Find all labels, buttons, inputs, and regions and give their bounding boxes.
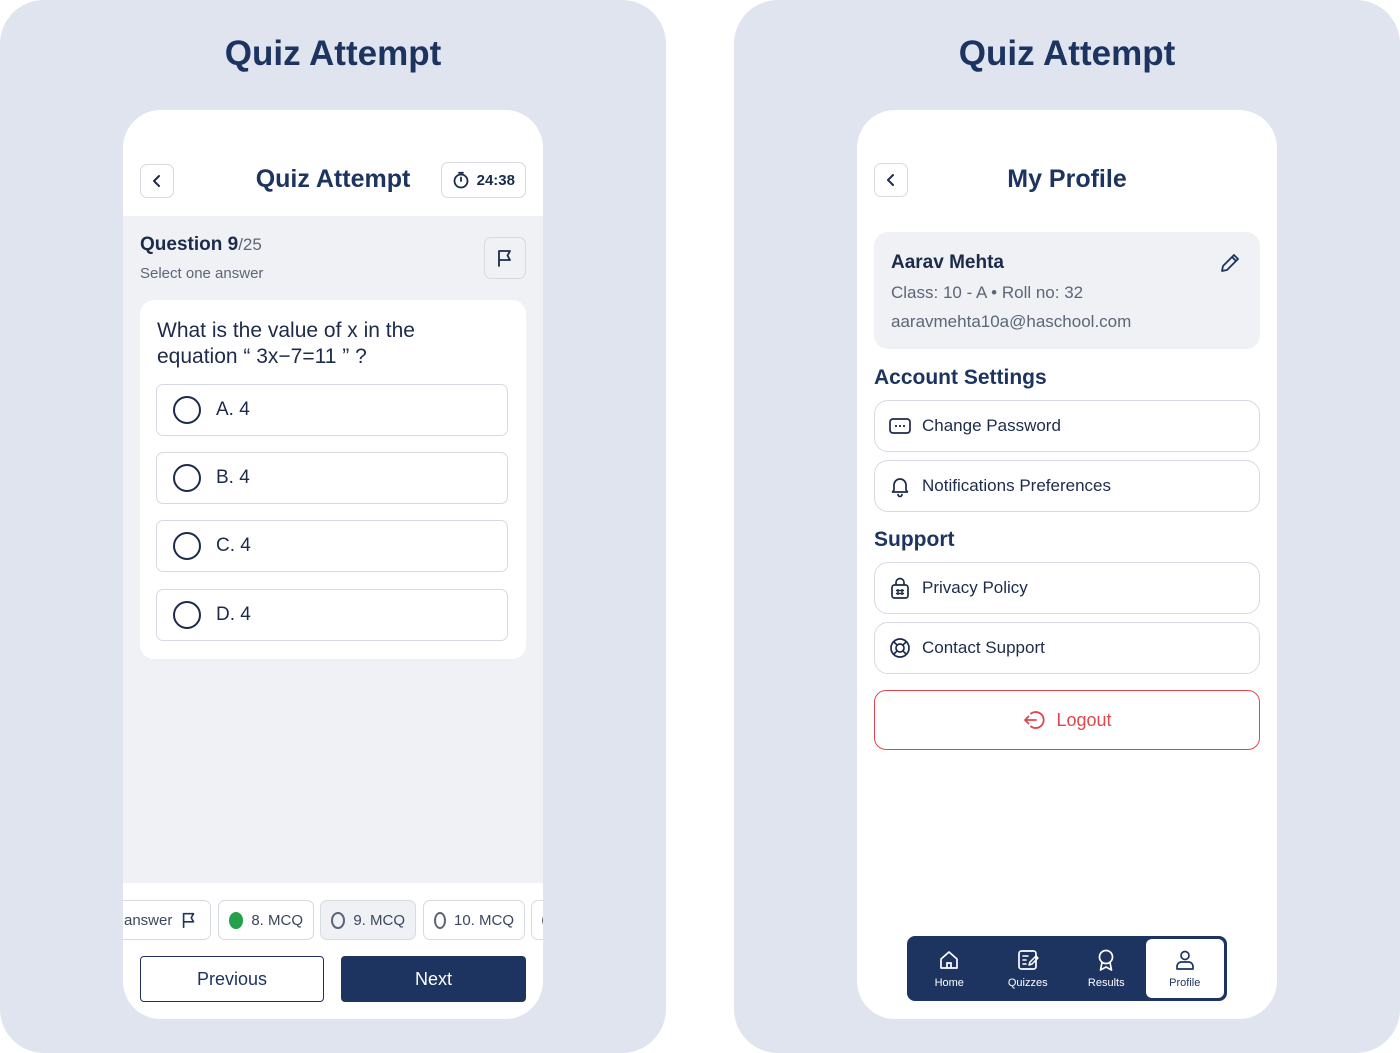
stopwatch-icon [453, 171, 469, 189]
unanswered-dot-icon [542, 911, 543, 929]
setting-label: Contact Support [922, 638, 1045, 657]
logout-icon [1024, 711, 1045, 729]
profile-name: Aarav Mehta [891, 252, 1004, 273]
nav-quizzes[interactable]: Quizzes [989, 939, 1068, 998]
unanswered-dot-icon [331, 911, 346, 929]
chip-label: 8. MCQ [251, 911, 303, 929]
unanswered-dot-icon [434, 911, 446, 929]
nav-results[interactable]: Results [1067, 939, 1146, 998]
quiz-header: Quiz Attempt 24:38 [123, 110, 543, 216]
support-heading: Support [874, 528, 955, 551]
nav-label: Quizzes [1007, 977, 1048, 989]
logout-label: Logout [1056, 709, 1112, 730]
answered-dot-icon [229, 911, 244, 929]
change-password-row[interactable]: Change Password [874, 400, 1260, 452]
nav-label: Home [934, 977, 964, 989]
account-settings-heading: Account Settings [874, 366, 1047, 389]
edit-pencil-icon[interactable] [1218, 251, 1242, 275]
previous-button[interactable]: Previous [140, 956, 324, 1002]
notifications-preferences-row[interactable]: Notifications Preferences [874, 460, 1260, 512]
home-icon [940, 951, 959, 969]
profile-phone: My Profile Aarav Mehta Class: 10 - A • R… [857, 110, 1277, 1019]
profile-showcase-panel: Quiz Attempt My Profile Aarav Mehta Clas… [734, 0, 1400, 1053]
nav-profile[interactable]: Profile [1145, 939, 1224, 998]
radio-icon [173, 396, 201, 424]
nav-chip-10[interactable]: 10. MCQ [423, 900, 525, 940]
option-b[interactable]: B. 4 [156, 452, 508, 504]
quiz-showcase-panel: Quiz Attempt Quiz Attempt 24:38 Question… [0, 0, 666, 1053]
question-navigator[interactable]: answer 8. MCQ 9. MCQ 10. MCQ [123, 900, 543, 940]
privacy-policy-row[interactable]: Privacy Policy [874, 562, 1260, 614]
option-label: C. 4 [216, 535, 251, 556]
radio-icon [173, 464, 201, 492]
lock-icon [888, 576, 912, 600]
contact-support-row[interactable]: Contact Support [874, 622, 1260, 674]
flag-icon [183, 912, 195, 929]
flag-question-button[interactable] [484, 237, 526, 279]
nav-label: Results [1087, 977, 1125, 989]
bell-icon [888, 474, 912, 498]
option-c[interactable]: C. 4 [156, 520, 508, 572]
logout-button[interactable]: Logout [874, 690, 1260, 750]
panel-title: Quiz Attempt [224, 34, 442, 73]
timer-value: 24:38 [476, 171, 515, 189]
nav-chip-8[interactable]: 8. MCQ [218, 900, 314, 940]
panel-title: Quiz Attempt [958, 34, 1176, 73]
chip-label: answer [124, 911, 173, 929]
option-label: D. 4 [216, 604, 251, 625]
question-number: Question 9/25 [140, 234, 262, 256]
setting-label: Change Password [922, 416, 1061, 435]
setting-label: Privacy Policy [922, 578, 1028, 597]
chip-label: 10. MCQ [453, 911, 514, 929]
profile-icon [1175, 950, 1194, 970]
lifebuoy-icon [888, 636, 912, 660]
profile-email: aaravmehta10a@haschool.com [891, 312, 1132, 331]
results-icon [1098, 949, 1114, 971]
radio-icon [173, 532, 201, 560]
profile-card: Aarav Mehta Class: 10 - A • Roll no: 32 … [874, 232, 1260, 349]
question-label: Question 9 [140, 234, 239, 255]
bottom-navigation: Home Quizzes Results Profile [907, 936, 1227, 1001]
nav-chip-9[interactable]: 9. MCQ [320, 900, 416, 940]
nav-chip-11[interactable] [531, 900, 543, 940]
option-d[interactable]: D. 4 [156, 589, 508, 641]
nav-home[interactable]: Home [910, 939, 989, 998]
option-label: B. 4 [216, 467, 250, 488]
question-hint: Select one answer [140, 265, 264, 282]
quizzes-icon [1017, 950, 1039, 970]
chip-label: 9. MCQ [353, 911, 405, 929]
next-button[interactable]: Next [341, 956, 526, 1002]
quiz-phone: Quiz Attempt 24:38 Question 9/25 Select … [123, 110, 543, 1019]
timer: 24:38 [440, 162, 526, 198]
nav-label: Profile [1169, 977, 1201, 989]
quiz-footer: answer 8. MCQ 9. MCQ 10. MCQ Previous Ne… [123, 883, 543, 1019]
setting-label: Notifications Preferences [922, 476, 1111, 495]
flag-icon [498, 250, 511, 267]
radio-icon [173, 601, 201, 629]
screen-title: My Profile [1007, 165, 1127, 193]
password-icon [888, 414, 912, 438]
option-a[interactable]: A. 4 [156, 384, 508, 436]
question-card: What is the value of x in the equation “… [140, 300, 526, 659]
profile-class-roll: Class: 10 - A • Roll no: 32 [891, 283, 1084, 302]
option-label: A. 4 [216, 399, 250, 420]
question-total: /25 [238, 235, 262, 254]
question-text: What is the value of x in the equation “… [157, 319, 415, 368]
nav-chip-flagged[interactable]: answer [123, 900, 211, 940]
